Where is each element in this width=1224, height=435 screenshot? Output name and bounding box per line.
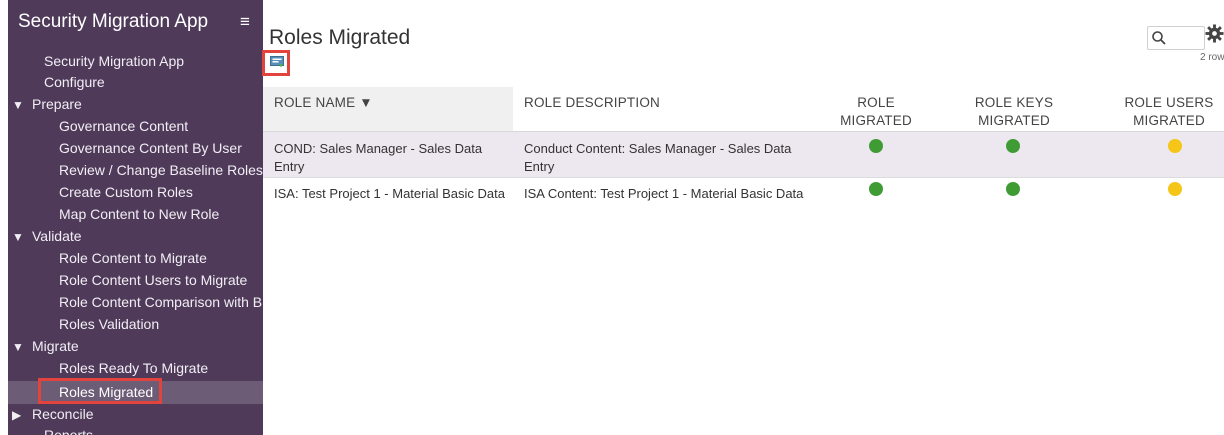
status-dot — [1006, 139, 1020, 153]
sidebar-item-create-custom-roles[interactable]: Create Custom Roles — [59, 181, 193, 203]
header-line: ROLE — [857, 95, 895, 110]
sidebar-item-reports[interactable]: Reports — [44, 424, 93, 435]
sidebar: Security Migration App ≡ Security Migrat… — [8, 0, 263, 435]
cell-role-name: ISA: Test Project 1 - Material Basic Dat… — [274, 186, 505, 201]
row-count: 2 row — [1200, 52, 1224, 63]
expanded-triangle-icon: ▼ — [12, 98, 24, 112]
sidebar-item-review-change-baseline-roles[interactable]: Review / Change Baseline Roles — [59, 159, 263, 181]
header-line: ROLE USERS — [1124, 95, 1214, 110]
search-icon[interactable] — [1151, 30, 1167, 46]
sidebar-section-migrate[interactable]: ▼ Migrate — [12, 335, 79, 357]
cell-role-description: Conduct Content: Sales Manager - Sales D… — [524, 141, 792, 174]
export-icon[interactable] — [270, 56, 284, 68]
cell-role-name: COND: Sales Manager - Sales Data Entry — [274, 141, 483, 174]
sidebar-section-prepare[interactable]: ▼ Prepare — [12, 93, 82, 115]
header-line: MIGRATED — [840, 113, 912, 128]
sidebar-item-role-content-comparison[interactable]: Role Content Comparison with B — [59, 291, 262, 313]
expanded-triangle-icon: ▼ — [12, 340, 24, 354]
status-dot — [869, 139, 883, 153]
sidebar-item-configure[interactable]: Configure — [44, 71, 105, 93]
status-dot — [869, 182, 883, 196]
sidebar-section-validate[interactable]: ▼ Validate — [12, 225, 82, 247]
expanded-triangle-icon: ▼ — [12, 230, 24, 244]
cell-role-description: ISA Content: Test Project 1 - Material B… — [524, 186, 804, 201]
header-line: MIGRATED — [978, 113, 1050, 128]
collapsed-triangle-icon: ▶ — [12, 408, 22, 422]
sidebar-item-governance-content-by-user[interactable]: Governance Content By User — [59, 137, 242, 159]
active-item-highlight-box — [38, 378, 162, 404]
sidebar-section-label: Reconcile — [32, 406, 94, 422]
status-dot — [1168, 139, 1182, 153]
header-line: ROLE KEYS — [974, 95, 1054, 110]
status-dot — [1006, 182, 1020, 196]
sidebar-item-map-content-to-new-role[interactable]: Map Content to New Role — [59, 203, 219, 225]
sidebar-item-roles-validation[interactable]: Roles Validation — [59, 313, 159, 335]
row-divider — [263, 177, 1224, 178]
app-title: Security Migration App — [18, 11, 209, 32]
sidebar-item-roles-ready-to-migrate[interactable]: Roles Ready To Migrate — [59, 357, 208, 379]
sidebar-section-label: Validate — [32, 228, 82, 244]
page-title: Roles Migrated — [269, 26, 411, 49]
gear-icon[interactable] — [1205, 24, 1224, 43]
sidebar-item-security-migration-app[interactable]: Security Migration App — [44, 50, 184, 72]
sidebar-section-label: Prepare — [32, 96, 82, 112]
sidebar-item-role-content-to-migrate[interactable]: Role Content to Migrate — [59, 247, 207, 269]
status-dot — [1168, 182, 1182, 196]
header-line: MIGRATED — [1133, 113, 1205, 128]
menu-icon[interactable]: ≡ — [240, 12, 250, 32]
sidebar-item-governance-content[interactable]: Governance Content — [59, 115, 188, 137]
sidebar-item-role-content-users-to-migrate[interactable]: Role Content Users to Migrate — [59, 269, 247, 291]
sidebar-section-reconcile[interactable]: ▶ Reconcile — [12, 403, 93, 425]
sidebar-section-label: Migrate — [32, 338, 79, 354]
